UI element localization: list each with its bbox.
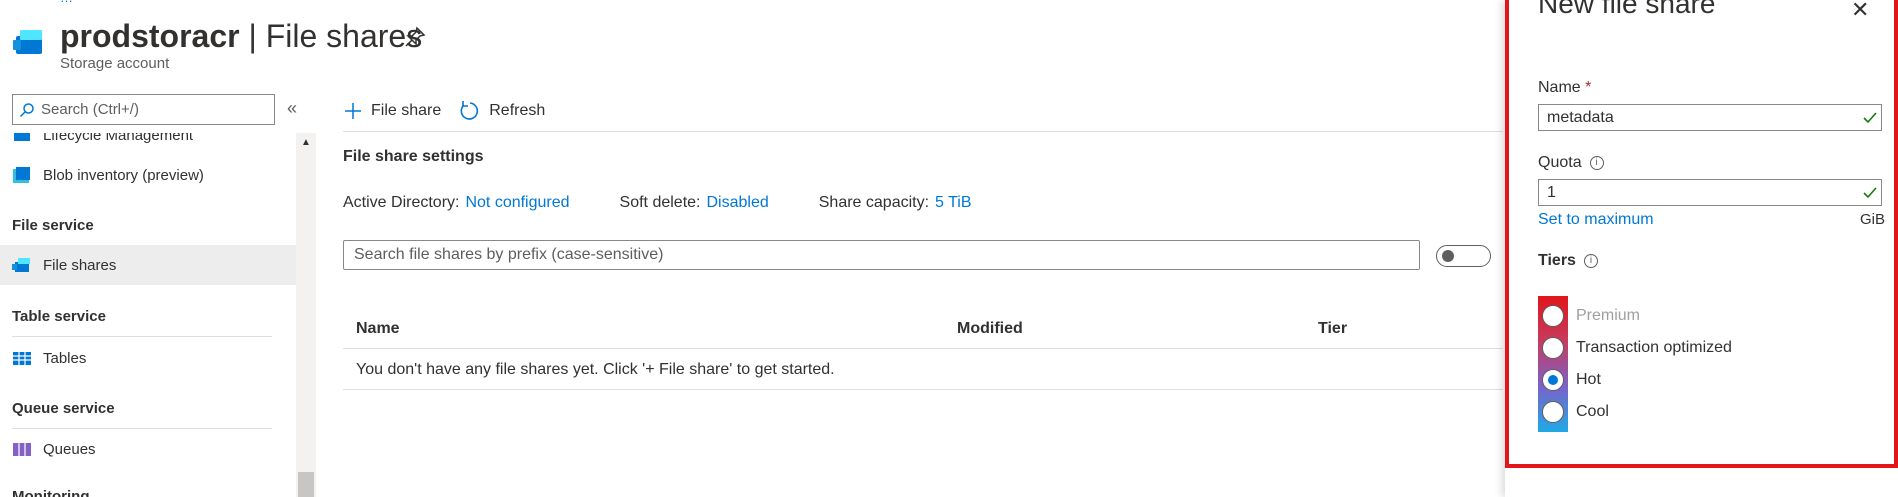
divider: [12, 336, 272, 337]
file-share-search-input[interactable]: Search file shares by prefix (case-sensi…: [343, 240, 1420, 270]
panel-title: New file share: [1538, 0, 1716, 19]
collapse-nav-button[interactable]: «: [287, 98, 297, 119]
breadcrumb[interactable]: …: [60, 0, 73, 5]
section-header-table-service: Table service: [12, 308, 106, 325]
pin-icon[interactable]: [403, 25, 427, 49]
add-file-share-button[interactable]: File share: [343, 101, 441, 121]
name-label: Name *: [1538, 79, 1592, 96]
tiers-label: Tiers i: [1538, 252, 1598, 270]
active-directory-link[interactable]: Not configured: [465, 194, 569, 211]
nav-search-placeholder: Search (Ctrl+/): [41, 101, 139, 118]
sidebar-item-blob-inventory[interactable]: Blob inventory (preview): [0, 155, 296, 195]
page-title: prodstoracr | File shares: [60, 18, 423, 54]
page-subtitle: Storage account: [60, 55, 170, 72]
info-icon[interactable]: i: [1583, 253, 1598, 268]
sidebar: Lifecycle Management Blob inventory (pre…: [0, 133, 296, 497]
refresh-button[interactable]: Refresh: [459, 100, 545, 122]
quota-unit: GiB: [1860, 211, 1886, 228]
column-header-modified[interactable]: Modified: [957, 320, 1023, 338]
inventory-icon: [12, 167, 32, 183]
storage-account-icon: [10, 22, 50, 62]
section-header-queue-service: Queue service: [12, 400, 115, 417]
toolbar: File share Refresh: [343, 94, 563, 128]
sidebar-item-tables[interactable]: Tables: [0, 338, 296, 378]
tier-radio-cool[interactable]: [1542, 401, 1564, 423]
tier-radio-transaction-optimized[interactable]: [1542, 337, 1564, 359]
info-icon[interactable]: i: [1589, 155, 1604, 170]
tables-icon: [12, 350, 32, 366]
checkmark-icon: [1863, 111, 1877, 129]
sidebar-item-label: Blob inventory (preview): [43, 166, 204, 184]
tier-label-cool: Cool: [1576, 403, 1609, 420]
file-shares-icon: [12, 257, 32, 273]
table-header: Name Modified Tier: [343, 313, 1503, 349]
add-file-share-label: File share: [371, 102, 442, 119]
active-directory-key: Active Directory:: [343, 194, 460, 211]
close-icon[interactable]: ✕: [1851, 0, 1869, 23]
share-capacity-key: Share capacity:: [818, 194, 930, 211]
name-field-value: metadata: [1547, 108, 1614, 126]
sidebar-item-lifecycle-management[interactable]: Lifecycle Management: [0, 133, 296, 155]
settings-row: Active Directory: Not configured Soft del…: [343, 194, 1022, 212]
sidebar-item-label: Lifecycle Management: [43, 133, 194, 144]
search-icon: [19, 102, 34, 117]
sidebar-scrollbar[interactable]: [296, 133, 316, 497]
tier-label-transaction-optimized: Transaction optimized: [1576, 339, 1732, 356]
quota-label: Quota i: [1538, 154, 1604, 172]
plus-icon: [343, 101, 363, 121]
lifecycle-icon: [12, 133, 32, 143]
sidebar-item-file-shares[interactable]: File shares: [0, 245, 296, 285]
quota-field[interactable]: 1: [1538, 179, 1882, 206]
section-header-monitoring: Monitoring: [12, 488, 90, 497]
refresh-icon: [459, 100, 481, 122]
quota-field-value: 1: [1547, 183, 1556, 201]
empty-table-message: You don't have any file shares yet. Clic…: [343, 350, 1503, 390]
sidebar-item-label: Queues: [43, 440, 96, 458]
sidebar-item-queues[interactable]: Queues: [0, 429, 296, 469]
scrollbar-thumb[interactable]: [298, 472, 314, 497]
set-to-maximum-link[interactable]: Set to maximum: [1538, 211, 1654, 229]
column-header-name[interactable]: Name: [356, 320, 400, 338]
divider: [343, 131, 1503, 132]
name-field[interactable]: metadata: [1538, 104, 1882, 131]
tier-radio-hot[interactable]: [1542, 369, 1564, 391]
checkmark-icon: [1863, 186, 1877, 204]
nav-search-input[interactable]: Search (Ctrl+/): [12, 94, 275, 125]
scroll-up-icon[interactable]: ▲: [296, 137, 316, 148]
tier-label-premium: Premium: [1576, 307, 1641, 324]
share-capacity-link[interactable]: 5 TiB: [935, 194, 971, 211]
tier-label-hot: Hot: [1576, 371, 1601, 388]
toggle-knob: [1442, 250, 1454, 262]
section-header-file-service: File service: [12, 217, 94, 234]
column-header-tier[interactable]: Tier: [1318, 320, 1347, 338]
soft-delete-key: Soft delete:: [619, 194, 701, 211]
queues-icon: [12, 441, 32, 457]
sidebar-item-label: Tables: [43, 349, 87, 367]
tier-radio-premium[interactable]: [1542, 305, 1564, 327]
sidebar-item-label: File shares: [43, 256, 117, 274]
settings-title: File share settings: [343, 148, 484, 165]
refresh-label: Refresh: [489, 102, 546, 119]
soft-delete-link[interactable]: Disabled: [706, 194, 768, 211]
